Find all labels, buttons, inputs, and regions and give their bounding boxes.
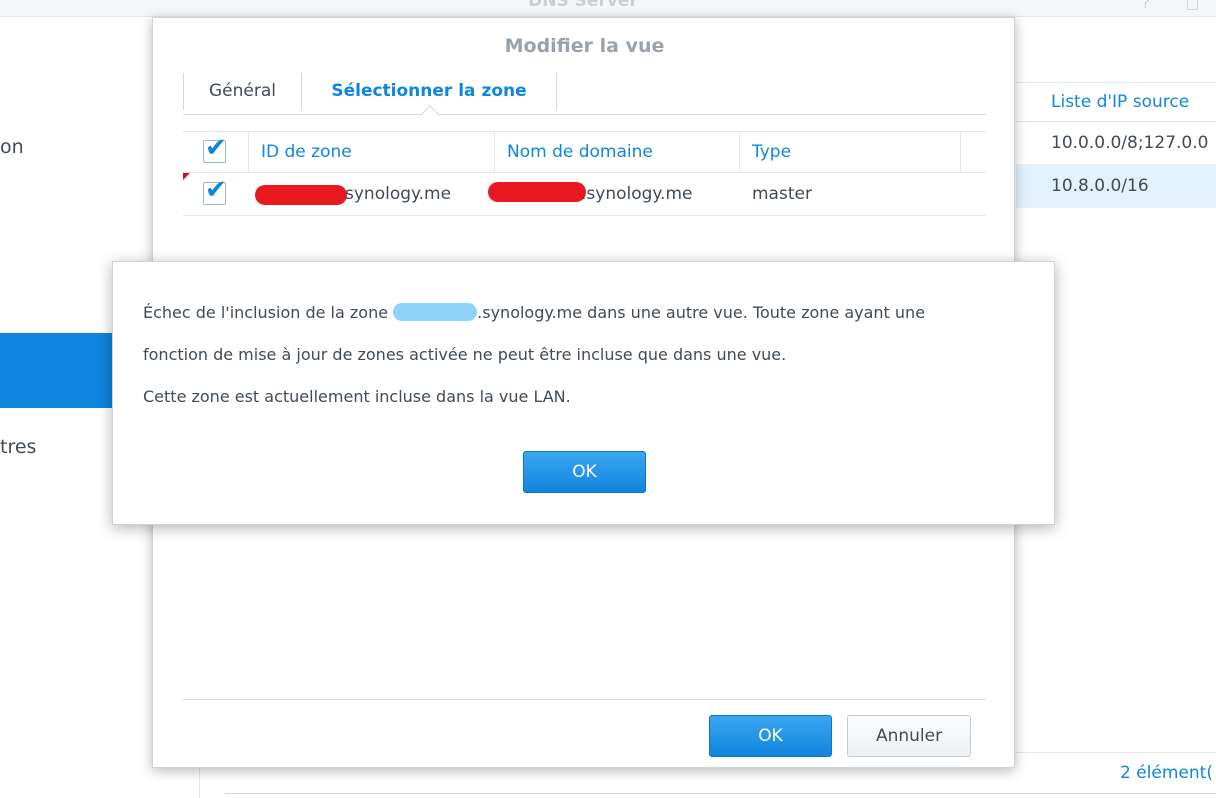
column-header-zone-id[interactable]: ID de zone [261, 132, 352, 172]
zone-grid: ✔ ID de zone Nom de domaine Type ✔ synol… [183, 131, 986, 216]
sidebar-item-label: tres [0, 436, 37, 458]
message-line-1: Échec de l'inclusion de la zone .synolog… [143, 303, 925, 322]
divider [183, 699, 986, 700]
check-icon: ✔ [205, 133, 227, 163]
row-checkbox[interactable]: ✔ [203, 177, 227, 205]
message-text: .synology.me dans une autre vue. Toute z… [477, 303, 926, 322]
column-separator [960, 132, 961, 173]
select-all-checkbox[interactable]: ✔ [203, 135, 227, 163]
app-title: DNS Server [528, 0, 638, 11]
type-cell: master [752, 184, 812, 204]
redaction-mark [255, 185, 347, 205]
grid-header: ✔ ID de zone Nom de domaine Type [183, 131, 986, 173]
domain-cell: .synology.me [581, 184, 693, 204]
message-line-3: Cette zone est actuellement incluse dans… [143, 387, 571, 406]
column-separator [248, 132, 249, 173]
help-icon[interactable]: ? [1142, 0, 1149, 12]
sidebar-item-label: on [0, 136, 24, 158]
ok-button[interactable]: OK [709, 715, 832, 757]
table-row-selected[interactable]: 10.8.0.0/16 [1016, 165, 1216, 208]
tab-general[interactable]: Général [183, 73, 301, 110]
message-text: Échec de l'inclusion de la zone [143, 303, 394, 322]
table-row[interactable]: ✔ synology.me .synology.me master [183, 173, 986, 216]
column-header-type[interactable]: Type [752, 132, 791, 172]
views-table: Liste d'IP source 10.0.0.0/8;127.0.0 10.… [1016, 82, 1216, 208]
item-count: 2 élément( [1120, 763, 1213, 783]
zone-id-cell: synology.me [345, 184, 452, 204]
column-header-source-ip[interactable]: Liste d'IP source [1016, 82, 1216, 122]
modified-marker [183, 173, 190, 180]
sidebar-item-active[interactable] [0, 333, 112, 408]
message-line-2: fonction de mise à jour de zones activée… [143, 345, 787, 364]
check-icon: ✔ [205, 175, 227, 205]
app-title-bar: DNS Server ? □ [0, 0, 1216, 17]
redaction-mark [488, 182, 586, 202]
dialog-title: Modifier la vue [504, 35, 665, 57]
column-separator [739, 132, 740, 173]
column-header-domain[interactable]: Nom de domaine [507, 132, 653, 172]
divider [225, 793, 1216, 794]
cancel-button[interactable]: Annuler [847, 715, 971, 757]
table-row[interactable]: 10.0.0.0/8;127.0.0 [1016, 122, 1216, 165]
redaction-mark [393, 303, 478, 321]
tab-bar: Général Sélectionner la zone [183, 73, 986, 125]
maximize-icon[interactable]: □ [1186, 0, 1199, 12]
error-message-box: Échec de l'inclusion de la zone .synolog… [112, 261, 1055, 525]
column-separator [494, 132, 495, 173]
message-ok-button[interactable]: OK [523, 451, 646, 493]
